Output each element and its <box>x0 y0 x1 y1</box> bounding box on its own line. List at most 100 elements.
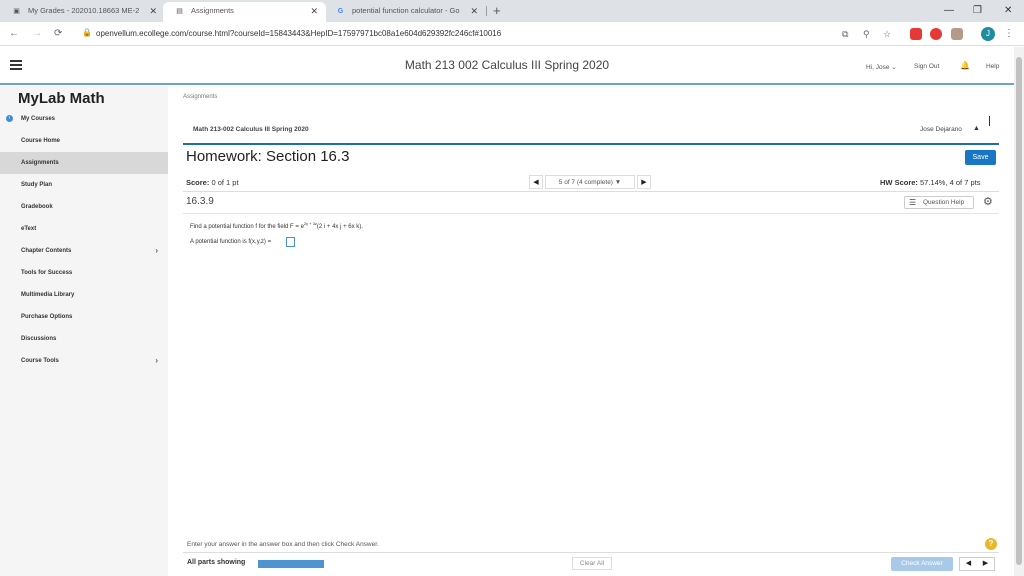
install-app-icon[interactable]: ⧉ <box>842 27 848 41</box>
app-header: Math 213 002 Calculus III Spring 2020 Hi… <box>0 47 1014 85</box>
close-icon[interactable]: ✕ <box>470 2 478 20</box>
browser-menu-icon[interactable]: ⋮ <box>1004 28 1014 40</box>
help-link[interactable]: Help <box>986 63 999 70</box>
answer-hint: Enter your answer in the answer box and … <box>187 541 379 548</box>
prev-question-button[interactable]: ◀ <box>960 558 977 570</box>
question-navigator: ◀ 5 of 7 (4 complete) ▼ ▶ <box>529 175 651 189</box>
reload-icon[interactable]: ⟳ <box>54 26 62 42</box>
parts-showing-label: All parts showing <box>187 559 246 566</box>
answer-prompt: A potential function is f(x,y,z) = <box>190 239 272 245</box>
url-text[interactable]: openvellum.ecollege.com/course.html?cour… <box>96 27 501 41</box>
sidebar-item-label: My Courses <box>21 116 56 122</box>
extension-icon[interactable] <box>930 28 942 40</box>
profile-avatar[interactable]: J <box>981 27 995 41</box>
question-help-button[interactable]: ☰ Question Help <box>904 196 974 209</box>
save-button[interactable]: Save <box>965 150 996 165</box>
question-number: 16.3.9 <box>186 196 214 207</box>
chevron-right-icon: › <box>155 246 158 255</box>
sidebar-item-label: Course Tools <box>21 358 59 364</box>
text-cursor <box>989 116 990 126</box>
sidebar-item-label: eText <box>21 226 37 232</box>
score-display: Score: 0 of 1 pt <box>186 178 239 187</box>
next-question-button[interactable]: ▶ <box>977 558 994 570</box>
divider <box>183 191 999 192</box>
browser-tab-bar: ▣ My Grades - 202010.18663 ME-2 ✕ ▤ Assi… <box>0 0 1024 22</box>
course-subtitle: Math 213-002 Calculus III Spring 2020 <box>193 126 309 133</box>
sign-out-link[interactable]: Sign Out <box>914 63 939 70</box>
sidebar-item-discussions[interactable]: Discussions <box>0 328 168 350</box>
sidebar-item-study-plan[interactable]: Study Plan <box>0 174 168 196</box>
sidebar-item-label: Discussions <box>21 336 57 342</box>
bookmark-star-icon[interactable]: ☆ <box>883 27 891 41</box>
tab-title: potential function calculator - Go <box>352 6 460 15</box>
sidebar-item-gradebook[interactable]: Gradebook <box>0 196 168 218</box>
hw-score-label: HW Score: <box>880 178 918 187</box>
student-name: Jose Dejarano <box>920 126 962 133</box>
sidebar-item-label: Course Home <box>21 138 61 144</box>
question-help-label: Question Help <box>923 199 965 206</box>
close-icon[interactable]: ✕ <box>149 2 157 20</box>
sidebar-item-assignments[interactable]: Assignments <box>0 152 168 174</box>
check-answer-button[interactable]: Check Answer <box>891 557 953 571</box>
extension-icon[interactable] <box>951 28 963 40</box>
question-exponent: 2y + 3z <box>303 221 317 226</box>
tab-title: My Grades - 202010.18663 ME-2 <box>28 6 140 15</box>
mygrades-favicon-icon: ▣ <box>13 8 20 15</box>
scrollbar-thumb[interactable] <box>1016 57 1022 565</box>
sidebar-item-multimedia-library[interactable]: Multimedia Library <box>0 284 168 306</box>
person-icon: ▲ <box>973 125 980 132</box>
page-title: Homework: Section 16.3 <box>186 148 350 165</box>
browser-address-bar: ← → ⟳ 🔒 openvellum.ecollege.com/course.h… <box>0 22 1024 46</box>
answer-input[interactable] <box>286 237 295 247</box>
lock-icon: 🔒 <box>82 28 92 37</box>
new-tab-icon[interactable]: + <box>493 2 501 20</box>
sidebar-item-etext[interactable]: eText <box>0 218 168 240</box>
google-favicon-icon: G <box>337 8 344 15</box>
sidebar-item-label: Chapter Contents <box>21 248 72 254</box>
tab-google-search[interactable]: G potential function calculator - Go ✕ <box>324 2 486 22</box>
question-select[interactable]: 5 of 7 (4 complete) ▼ <box>545 175 635 189</box>
forward-icon[interactable]: → <box>32 26 42 42</box>
progress-fill <box>258 560 324 568</box>
gear-icon[interactable]: ⚙ <box>983 195 993 208</box>
zoom-icon[interactable]: ⚲ <box>863 27 870 41</box>
sidebar-item-label: Assignments <box>21 160 59 166</box>
tab-my-grades[interactable]: ▣ My Grades - 202010.18663 ME-2 ✕ <box>0 2 165 22</box>
sidebar-item-tools-for-success[interactable]: Tools for Success <box>0 262 168 284</box>
sidebar-item-label: Purchase Options <box>21 314 73 320</box>
extension-icon[interactable] <box>910 28 922 40</box>
document-favicon-icon: ▤ <box>176 8 183 15</box>
sidebar-item-my-courses[interactable]: ‹ My Courses <box>0 108 168 130</box>
minimize-icon[interactable]: — <box>944 2 954 20</box>
page-scrollbar[interactable] <box>1014 47 1024 576</box>
sidebar-item-purchase-options[interactable]: Purchase Options <box>0 306 168 328</box>
url-field[interactable]: 🔒 openvellum.ecollege.com/course.html?co… <box>76 25 836 43</box>
list-icon: ☰ <box>909 198 917 207</box>
tab-title: Assignments <box>191 6 234 15</box>
next-question-button[interactable]: ▶ <box>637 175 651 189</box>
clear-all-button[interactable]: Clear All <box>572 557 612 570</box>
window-close-icon[interactable]: ✕ <box>1004 2 1012 20</box>
sidebar-item-label: Study Plan <box>21 182 53 188</box>
user-menu[interactable]: Hi, Jose ⌄ <box>866 63 897 71</box>
question-suffix: (2 i + 4x j + 6x k). <box>316 224 363 230</box>
brand-logo: MyLab Math <box>18 90 105 107</box>
close-icon[interactable]: ✕ <box>310 2 318 20</box>
divider <box>183 143 999 145</box>
prev-question-button[interactable]: ◀ <box>529 175 543 189</box>
bell-icon[interactable]: 🔔 <box>960 61 970 70</box>
sidebar-item-course-home[interactable]: Course Home <box>0 130 168 152</box>
breadcrumb[interactable]: Assignments <box>183 94 217 100</box>
sidebar-item-chapter-contents[interactable]: Chapter Contents › <box>0 240 168 262</box>
divider <box>183 552 999 553</box>
back-icon[interactable]: ← <box>9 26 19 42</box>
hw-score-value: 57.14%, 4 of 7 pts <box>920 178 981 187</box>
restore-icon[interactable]: ❐ <box>973 2 982 20</box>
tab-assignments[interactable]: ▤ Assignments ✕ <box>163 2 326 22</box>
sidebar-item-course-tools[interactable]: Course Tools › <box>0 350 168 372</box>
sidebar: MyLab Math ‹ My Courses Course Home Assi… <box>0 86 168 576</box>
question-text: Find a potential function f for the fiel… <box>190 221 363 230</box>
chevron-right-icon: › <box>155 356 158 365</box>
tab-divider <box>486 6 487 16</box>
help-icon[interactable]: ? <box>985 538 997 550</box>
